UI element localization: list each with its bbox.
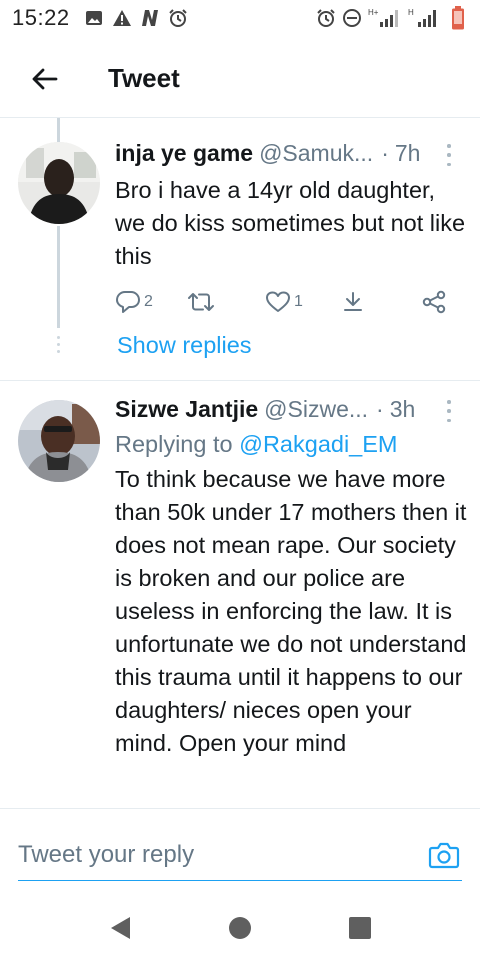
- camera-button[interactable]: [426, 837, 462, 873]
- tweet-header: Tweet: [0, 40, 480, 118]
- home-circle-icon: [229, 917, 251, 939]
- reply-icon: [116, 291, 140, 313]
- recents-square-icon: [349, 917, 371, 939]
- tweet-time: 7h: [394, 140, 421, 166]
- heart-icon: [266, 291, 290, 312]
- like-button[interactable]: 1: [265, 290, 341, 314]
- status-bar: 15:22 H+ H: [0, 0, 480, 36]
- retweet-icon: [188, 293, 214, 311]
- author-handle[interactable]: @Samuk...: [259, 140, 373, 167]
- retweet-button[interactable]: [187, 290, 265, 314]
- alert-triangle-icon: [112, 8, 132, 28]
- show-replies-link[interactable]: Show replies: [117, 332, 252, 359]
- more-options-icon[interactable]: [442, 400, 456, 422]
- divider: [0, 380, 480, 381]
- tweet-body: inja ye game @Samuk... · 7h Bro i have a…: [115, 140, 467, 317]
- share-button[interactable]: [341, 290, 421, 314]
- network-label: H: [408, 8, 414, 17]
- nav-recents-button[interactable]: [342, 910, 378, 946]
- reply-count: 2: [144, 293, 153, 310]
- signal-h-icon: H: [408, 8, 442, 28]
- alarm-icon: [168, 8, 188, 28]
- replying-to-line: Replying to @Rakgadi_EM: [115, 428, 467, 461]
- replying-to-label: Replying to: [115, 431, 233, 457]
- camera-icon: [428, 842, 460, 869]
- battery-low-icon: [448, 6, 468, 30]
- image-icon: [84, 8, 104, 28]
- back-triangle-icon: [111, 917, 130, 939]
- alarm-icon: [316, 8, 336, 28]
- arrow-left-icon: [32, 68, 58, 89]
- replying-to-handle[interactable]: @Rakgadi_EM: [239, 431, 397, 457]
- status-notification-icons: [84, 8, 188, 28]
- tweet-author-line: inja ye game @Samuk... · 7h: [115, 140, 467, 172]
- reply-composer: Tweet your reply: [0, 808, 480, 896]
- avatar[interactable]: [18, 400, 100, 482]
- more-options-icon[interactable]: [442, 144, 456, 166]
- share-icon: [422, 290, 446, 314]
- author-name[interactable]: Sizwe Jantjie: [115, 396, 258, 423]
- tweet-item[interactable]: Sizwe Jantjie @Sizwe... · 3h Replying to…: [0, 392, 480, 808]
- tweet-time: 3h: [389, 396, 416, 422]
- share-network-button[interactable]: [421, 290, 447, 314]
- reply-placeholder: Tweet your reply: [18, 840, 195, 868]
- author-name[interactable]: inja ye game: [115, 140, 253, 167]
- avatar[interactable]: [18, 142, 100, 224]
- network-label: H+: [368, 8, 379, 17]
- status-time: 15:22: [12, 5, 70, 30]
- separator-dot: ·: [376, 396, 384, 422]
- signal-h-plus-icon: H+: [368, 8, 402, 28]
- reply-button[interactable]: 2: [115, 290, 187, 314]
- tweet-body: Sizwe Jantjie @Sizwe... · 3h Replying to…: [115, 396, 467, 760]
- tweet-author-line: Sizwe Jantjie @Sizwe... · 3h: [115, 396, 467, 428]
- tweet-actions: 2 1: [115, 287, 467, 317]
- page-title: Tweet: [108, 63, 180, 93]
- like-count: 1: [294, 293, 303, 310]
- tweet-text: Bro i have a 14yr old daughter, we do ki…: [115, 177, 466, 269]
- nav-back-button[interactable]: [102, 910, 138, 946]
- nav-home-button[interactable]: [222, 910, 258, 946]
- system-nav-bar: [0, 896, 480, 960]
- separator-dot: ·: [381, 140, 389, 166]
- back-button[interactable]: [24, 59, 64, 99]
- status-system-icons: H+ H: [316, 6, 468, 30]
- do-not-disturb-icon: [342, 8, 362, 28]
- author-handle[interactable]: @Sizwe...: [264, 396, 368, 423]
- download-icon: [344, 292, 362, 311]
- reply-input[interactable]: Tweet your reply: [18, 829, 462, 881]
- n-app-icon: [140, 8, 160, 28]
- tweet-text: To think because we have more than 50k u…: [115, 466, 467, 756]
